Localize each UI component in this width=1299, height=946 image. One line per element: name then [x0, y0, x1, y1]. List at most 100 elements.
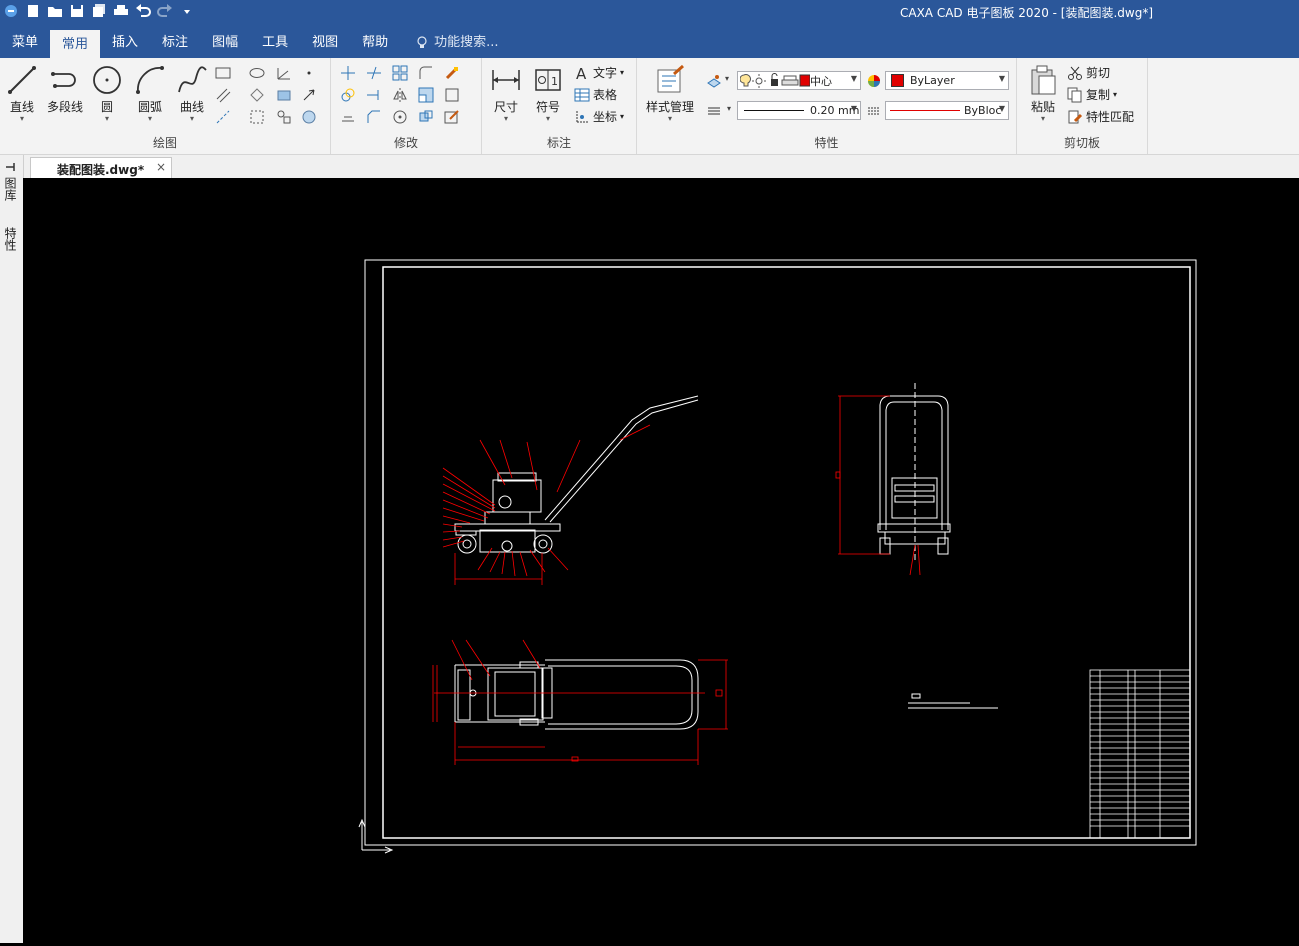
- shapes-icon[interactable]: [275, 108, 293, 126]
- extend-icon[interactable]: [365, 86, 383, 104]
- arc-icon: [136, 66, 164, 94]
- layer-tools-dropdown-icon[interactable]: ▾: [725, 74, 729, 83]
- arc-button[interactable]: 圆弧 ▾: [130, 64, 170, 130]
- drawing-svg[interactable]: [23, 178, 1299, 943]
- app-logo-icon[interactable]: [2, 2, 20, 20]
- draw-group-label: 绘图: [152, 136, 177, 150]
- paste-button[interactable]: 粘贴 ▾: [1023, 64, 1063, 130]
- scale-icon[interactable]: [417, 86, 435, 104]
- undo-icon[interactable]: [134, 2, 152, 20]
- lineweight-dropdown-icon[interactable]: ▾: [727, 104, 731, 113]
- layer-combo[interactable]: 中心 ▼: [737, 71, 861, 90]
- function-search-label: 功能搜索...: [434, 35, 499, 50]
- color-wheel-icon[interactable]: [865, 72, 883, 90]
- line-label: 直线: [9, 100, 34, 114]
- modify-group-label: 修改: [393, 136, 418, 150]
- layer-tools-icon[interactable]: [705, 72, 723, 90]
- arc-label: 圆弧: [137, 100, 162, 114]
- region-icon[interactable]: [300, 108, 318, 126]
- sidepanel-tab-properties[interactable]: 特性: [3, 227, 19, 251]
- title-bar: CAXA CAD 电子图板 2020 - [装配图装.dwg*] 菜单 常用 插…: [0, 0, 1299, 58]
- angle-line-icon[interactable]: [275, 64, 293, 82]
- copy-object-icon[interactable]: [339, 86, 357, 104]
- tab-help[interactable]: 帮助: [350, 30, 400, 56]
- trim-icon[interactable]: [365, 64, 383, 82]
- brush-icon[interactable]: [443, 64, 461, 82]
- title-block: [1089, 669, 1191, 839]
- clipboard-group-label: 剪切板: [1063, 136, 1100, 150]
- parallel-line-icon[interactable]: [214, 86, 232, 104]
- coordinate-button[interactable]: 坐标 ▾: [574, 108, 624, 125]
- style-manager-label: 样式管理: [645, 100, 694, 114]
- mirror-icon[interactable]: [391, 86, 409, 104]
- text-button[interactable]: A 文字 ▾: [574, 64, 624, 81]
- lineweight-icon[interactable]: [705, 102, 723, 120]
- drawing-canvas[interactable]: [23, 178, 1299, 943]
- curve-button[interactable]: 曲线 ▾: [172, 64, 212, 130]
- tab-common[interactable]: 常用: [50, 30, 101, 58]
- left-side-panel: 图库 特性: [0, 155, 24, 943]
- document-tab[interactable]: 装配图装.dwg* ×: [30, 157, 172, 178]
- paste-icon: [1031, 65, 1056, 95]
- explode-icon[interactable]: [417, 108, 435, 126]
- save-all-icon[interactable]: [90, 2, 108, 20]
- pin-icon[interactable]: [4, 161, 18, 173]
- close-tab-icon[interactable]: ×: [156, 160, 166, 174]
- text-a-icon: A: [576, 65, 587, 81]
- rectangle-icon[interactable]: [214, 64, 232, 82]
- polyline-label: 多段线: [46, 100, 83, 114]
- style-manager-button[interactable]: 样式管理 ▾: [643, 64, 697, 130]
- dimension-button[interactable]: 尺寸 ▾: [486, 64, 526, 130]
- point-icon[interactable]: [300, 64, 318, 82]
- block-icon[interactable]: [248, 108, 266, 126]
- color-combo[interactable]: ByLayer ▼: [885, 71, 1009, 90]
- pick-arrow-icon[interactable]: [300, 86, 318, 104]
- tab-insert[interactable]: 插入: [100, 30, 150, 56]
- svg-text:1: 1: [551, 75, 558, 88]
- match-properties-button[interactable]: 特性匹配: [1067, 108, 1134, 125]
- copy-label: 复制: [1086, 88, 1111, 102]
- offset-icon[interactable]: [339, 108, 357, 126]
- fill-icon[interactable]: [275, 86, 293, 104]
- symbol-button[interactable]: 1 符号 ▾: [528, 64, 568, 130]
- polyline-button[interactable]: 多段线: [44, 64, 86, 130]
- new-file-icon[interactable]: [24, 2, 42, 20]
- menu-tabs: 菜单 常用 插入 标注 图幅 工具 视图 帮助 功能搜索...: [0, 30, 499, 58]
- copy-button[interactable]: 复制 ▾: [1067, 86, 1117, 103]
- linetype-combo[interactable]: ByBlock ▼: [885, 101, 1009, 120]
- hatch-icon[interactable]: [248, 86, 266, 104]
- symbol-label: 符号: [535, 100, 560, 114]
- centerline-icon[interactable]: [214, 108, 232, 126]
- paste-label: 粘贴: [1030, 100, 1055, 114]
- rotate-icon[interactable]: [391, 108, 409, 126]
- save-icon[interactable]: [68, 2, 86, 20]
- circle-button[interactable]: 圆 ▾: [87, 64, 127, 130]
- tab-tools[interactable]: 工具: [250, 30, 300, 56]
- ellipse-icon[interactable]: [248, 64, 266, 82]
- stretch-icon[interactable]: [443, 86, 461, 104]
- chamfer-icon[interactable]: [365, 108, 383, 126]
- color-swatch: [891, 74, 904, 87]
- annotate-group: 尺寸 ▾ 1 符号 ▾ A 文字 ▾ 表格 坐标 ▾ 标注: [482, 58, 637, 154]
- dimension-label: 尺寸: [493, 100, 518, 114]
- open-file-icon[interactable]: [46, 2, 64, 20]
- circle-icon: [93, 66, 121, 94]
- tab-annotate[interactable]: 标注: [150, 30, 200, 56]
- fillet-icon[interactable]: [417, 64, 435, 82]
- print-icon[interactable]: [112, 2, 130, 20]
- cut-button[interactable]: 剪切: [1067, 64, 1110, 81]
- tab-sheet[interactable]: 图幅: [200, 30, 250, 56]
- line-button[interactable]: 直线 ▾: [2, 64, 42, 130]
- move-icon[interactable]: [339, 64, 357, 82]
- array-icon[interactable]: [391, 64, 409, 82]
- redo-icon[interactable]: [156, 2, 174, 20]
- tab-menu[interactable]: 菜单: [0, 30, 50, 56]
- table-button[interactable]: 表格: [574, 86, 617, 103]
- linetype-icon[interactable]: [865, 102, 883, 120]
- sidepanel-tab-library[interactable]: 图库: [3, 177, 19, 201]
- customize-icon[interactable]: [178, 2, 196, 20]
- function-search[interactable]: 功能搜索...: [400, 30, 499, 56]
- lineweight-combo[interactable]: 0.20 mm ▼: [737, 101, 861, 120]
- edit-icon[interactable]: [443, 108, 461, 126]
- tab-view[interactable]: 视图: [300, 30, 350, 56]
